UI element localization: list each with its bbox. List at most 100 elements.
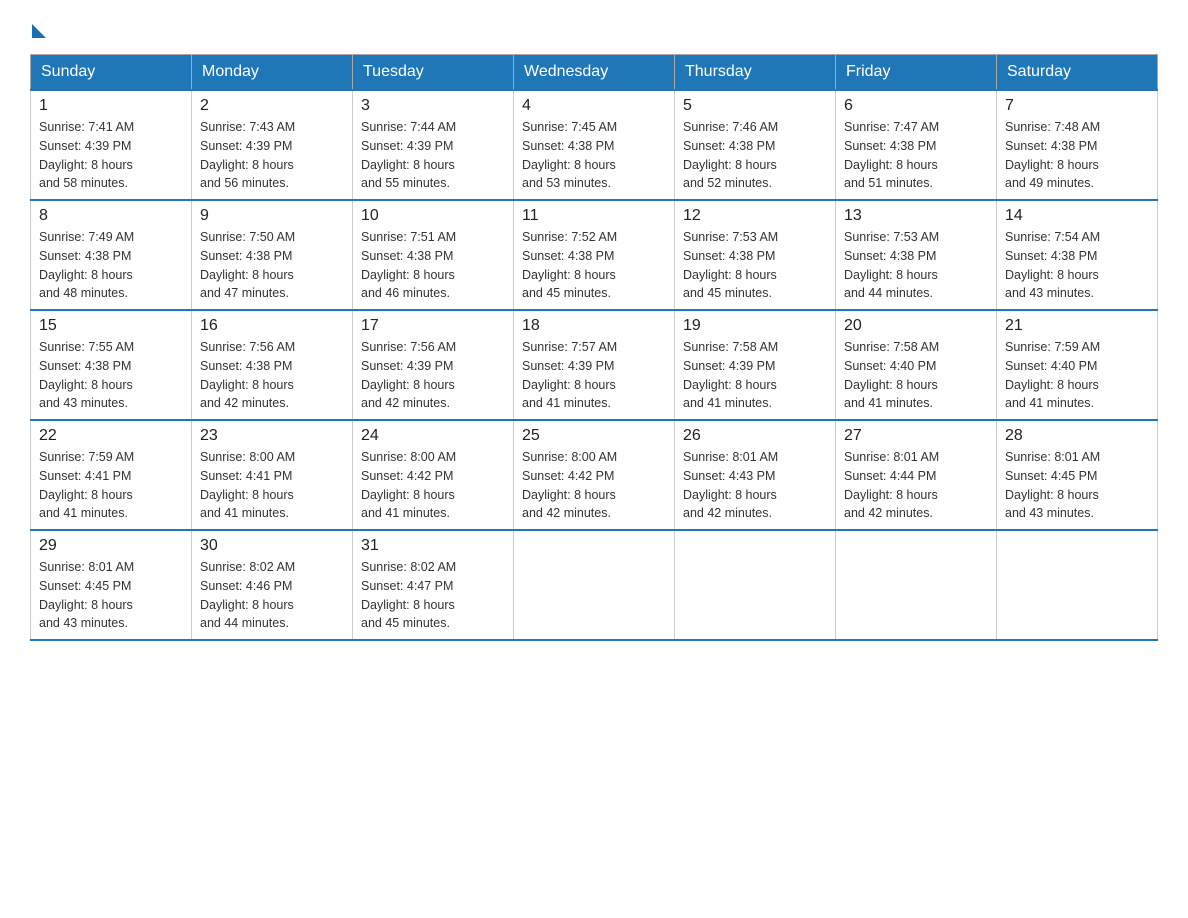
day-number: 3	[361, 97, 505, 115]
day-cell-27: 27 Sunrise: 8:01 AMSunset: 4:44 PMDayligh…	[836, 420, 997, 530]
day-cell-14: 14 Sunrise: 7:54 AMSunset: 4:38 PMDayligh…	[997, 200, 1158, 310]
weekday-header-tuesday: Tuesday	[353, 55, 514, 91]
day-cell-8: 8 Sunrise: 7:49 AMSunset: 4:38 PMDaylight…	[31, 200, 192, 310]
day-info: Sunrise: 7:56 AMSunset: 4:39 PMDaylight:…	[361, 338, 505, 413]
day-number: 7	[1005, 97, 1149, 115]
day-number: 10	[361, 207, 505, 225]
day-info: Sunrise: 7:51 AMSunset: 4:38 PMDaylight:…	[361, 228, 505, 303]
day-number: 26	[683, 427, 827, 445]
day-number: 6	[844, 97, 988, 115]
day-info: Sunrise: 7:49 AMSunset: 4:38 PMDaylight:…	[39, 228, 183, 303]
day-number: 17	[361, 317, 505, 335]
empty-cell	[836, 530, 997, 640]
day-info: Sunrise: 7:58 AMSunset: 4:40 PMDaylight:…	[844, 338, 988, 413]
day-info: Sunrise: 7:56 AMSunset: 4:38 PMDaylight:…	[200, 338, 344, 413]
day-cell-18: 18 Sunrise: 7:57 AMSunset: 4:39 PMDayligh…	[514, 310, 675, 420]
day-cell-19: 19Sunrise: 7:58 AMSunset: 4:39 PMDayligh…	[675, 310, 836, 420]
day-cell-16: 16 Sunrise: 7:56 AMSunset: 4:38 PMDayligh…	[192, 310, 353, 420]
day-info: Sunrise: 8:02 AMSunset: 4:46 PMDaylight:…	[200, 558, 344, 633]
day-cell-15: 15 Sunrise: 7:55 AMSunset: 4:38 PMDayligh…	[31, 310, 192, 420]
day-cell-23: 23 Sunrise: 8:00 AMSunset: 4:41 PMDayligh…	[192, 420, 353, 530]
day-number: 20	[844, 317, 988, 335]
day-info: Sunrise: 7:55 AMSunset: 4:38 PMDaylight:…	[39, 338, 183, 413]
day-info: Sunrise: 8:01 AMSunset: 4:43 PMDaylight:…	[683, 448, 827, 523]
day-info: Sunrise: 7:47 AMSunset: 4:38 PMDaylight:…	[844, 118, 988, 193]
week-row-5: 29 Sunrise: 8:01 AMSunset: 4:45 PMDayligh…	[31, 530, 1158, 640]
day-cell-7: 7 Sunrise: 7:48 AMSunset: 4:38 PMDaylight…	[997, 90, 1158, 200]
day-cell-6: 6 Sunrise: 7:47 AMSunset: 4:38 PMDaylight…	[836, 90, 997, 200]
day-info: Sunrise: 8:01 AMSunset: 4:45 PMDaylight:…	[39, 558, 183, 633]
day-number: 11	[522, 207, 666, 225]
day-cell-10: 10 Sunrise: 7:51 AMSunset: 4:38 PMDayligh…	[353, 200, 514, 310]
weekday-header-friday: Friday	[836, 55, 997, 91]
day-number: 24	[361, 427, 505, 445]
day-info: Sunrise: 7:52 AMSunset: 4:38 PMDaylight:…	[522, 228, 666, 303]
day-cell-2: 2 Sunrise: 7:43 AMSunset: 4:39 PMDaylight…	[192, 90, 353, 200]
logo-arrow-icon	[32, 24, 46, 38]
weekday-header-monday: Monday	[192, 55, 353, 91]
day-number: 1	[39, 97, 183, 115]
day-number: 29	[39, 537, 183, 555]
day-number: 21	[1005, 317, 1149, 335]
day-info: Sunrise: 8:02 AMSunset: 4:47 PMDaylight:…	[361, 558, 505, 633]
day-cell-4: 4Sunrise: 7:45 AMSunset: 4:38 PMDaylight…	[514, 90, 675, 200]
day-info: Sunrise: 8:00 AMSunset: 4:42 PMDaylight:…	[361, 448, 505, 523]
day-number: 15	[39, 317, 183, 335]
day-cell-30: 30 Sunrise: 8:02 AMSunset: 4:46 PMDayligh…	[192, 530, 353, 640]
day-number: 2	[200, 97, 344, 115]
day-info: Sunrise: 7:48 AMSunset: 4:38 PMDaylight:…	[1005, 118, 1149, 193]
day-info: Sunrise: 7:46 AMSunset: 4:38 PMDaylight:…	[683, 118, 827, 193]
day-number: 13	[844, 207, 988, 225]
day-cell-31: 31 Sunrise: 8:02 AMSunset: 4:47 PMDayligh…	[353, 530, 514, 640]
day-number: 27	[844, 427, 988, 445]
day-number: 23	[200, 427, 344, 445]
day-cell-11: 11 Sunrise: 7:52 AMSunset: 4:38 PMDayligh…	[514, 200, 675, 310]
day-cell-13: 13 Sunrise: 7:53 AMSunset: 4:38 PMDayligh…	[836, 200, 997, 310]
weekday-header-row: SundayMondayTuesdayWednesdayThursdayFrid…	[31, 55, 1158, 91]
week-row-1: 1Sunrise: 7:41 AMSunset: 4:39 PMDaylight…	[31, 90, 1158, 200]
day-info: Sunrise: 8:01 AMSunset: 4:44 PMDaylight:…	[844, 448, 988, 523]
day-number: 19	[683, 317, 827, 335]
day-number: 30	[200, 537, 344, 555]
day-cell-28: 28Sunrise: 8:01 AMSunset: 4:45 PMDayligh…	[997, 420, 1158, 530]
day-cell-24: 24 Sunrise: 8:00 AMSunset: 4:42 PMDayligh…	[353, 420, 514, 530]
day-info: Sunrise: 8:00 AMSunset: 4:42 PMDaylight:…	[522, 448, 666, 523]
day-cell-26: 26 Sunrise: 8:01 AMSunset: 4:43 PMDayligh…	[675, 420, 836, 530]
day-number: 16	[200, 317, 344, 335]
day-cell-25: 25 Sunrise: 8:00 AMSunset: 4:42 PMDayligh…	[514, 420, 675, 530]
day-number: 9	[200, 207, 344, 225]
week-row-4: 22Sunrise: 7:59 AMSunset: 4:41 PMDayligh…	[31, 420, 1158, 530]
day-info: Sunrise: 7:50 AMSunset: 4:38 PMDaylight:…	[200, 228, 344, 303]
day-info: Sunrise: 7:53 AMSunset: 4:38 PMDaylight:…	[844, 228, 988, 303]
day-number: 8	[39, 207, 183, 225]
day-number: 31	[361, 537, 505, 555]
weekday-header-saturday: Saturday	[997, 55, 1158, 91]
day-number: 12	[683, 207, 827, 225]
day-cell-1: 1Sunrise: 7:41 AMSunset: 4:39 PMDaylight…	[31, 90, 192, 200]
day-info: Sunrise: 7:54 AMSunset: 4:38 PMDaylight:…	[1005, 228, 1149, 303]
day-info: Sunrise: 7:59 AMSunset: 4:40 PMDaylight:…	[1005, 338, 1149, 413]
weekday-header-wednesday: Wednesday	[514, 55, 675, 91]
day-number: 22	[39, 427, 183, 445]
day-info: Sunrise: 7:45 AMSunset: 4:38 PMDaylight:…	[522, 118, 666, 193]
day-number: 25	[522, 427, 666, 445]
day-cell-22: 22Sunrise: 7:59 AMSunset: 4:41 PMDayligh…	[31, 420, 192, 530]
day-cell-12: 12Sunrise: 7:53 AMSunset: 4:38 PMDayligh…	[675, 200, 836, 310]
day-info: Sunrise: 7:57 AMSunset: 4:39 PMDaylight:…	[522, 338, 666, 413]
logo	[30, 20, 46, 36]
day-cell-17: 17 Sunrise: 7:56 AMSunset: 4:39 PMDayligh…	[353, 310, 514, 420]
empty-cell	[675, 530, 836, 640]
weekday-header-sunday: Sunday	[31, 55, 192, 91]
day-info: Sunrise: 7:43 AMSunset: 4:39 PMDaylight:…	[200, 118, 344, 193]
week-row-3: 15 Sunrise: 7:55 AMSunset: 4:38 PMDayligh…	[31, 310, 1158, 420]
empty-cell	[997, 530, 1158, 640]
day-number: 5	[683, 97, 827, 115]
calendar-table: SundayMondayTuesdayWednesdayThursdayFrid…	[30, 54, 1158, 641]
day-number: 14	[1005, 207, 1149, 225]
day-number: 18	[522, 317, 666, 335]
day-cell-5: 5 Sunrise: 7:46 AMSunset: 4:38 PMDaylight…	[675, 90, 836, 200]
empty-cell	[514, 530, 675, 640]
page-header	[30, 20, 1158, 36]
day-info: Sunrise: 8:00 AMSunset: 4:41 PMDaylight:…	[200, 448, 344, 523]
day-info: Sunrise: 7:44 AMSunset: 4:39 PMDaylight:…	[361, 118, 505, 193]
